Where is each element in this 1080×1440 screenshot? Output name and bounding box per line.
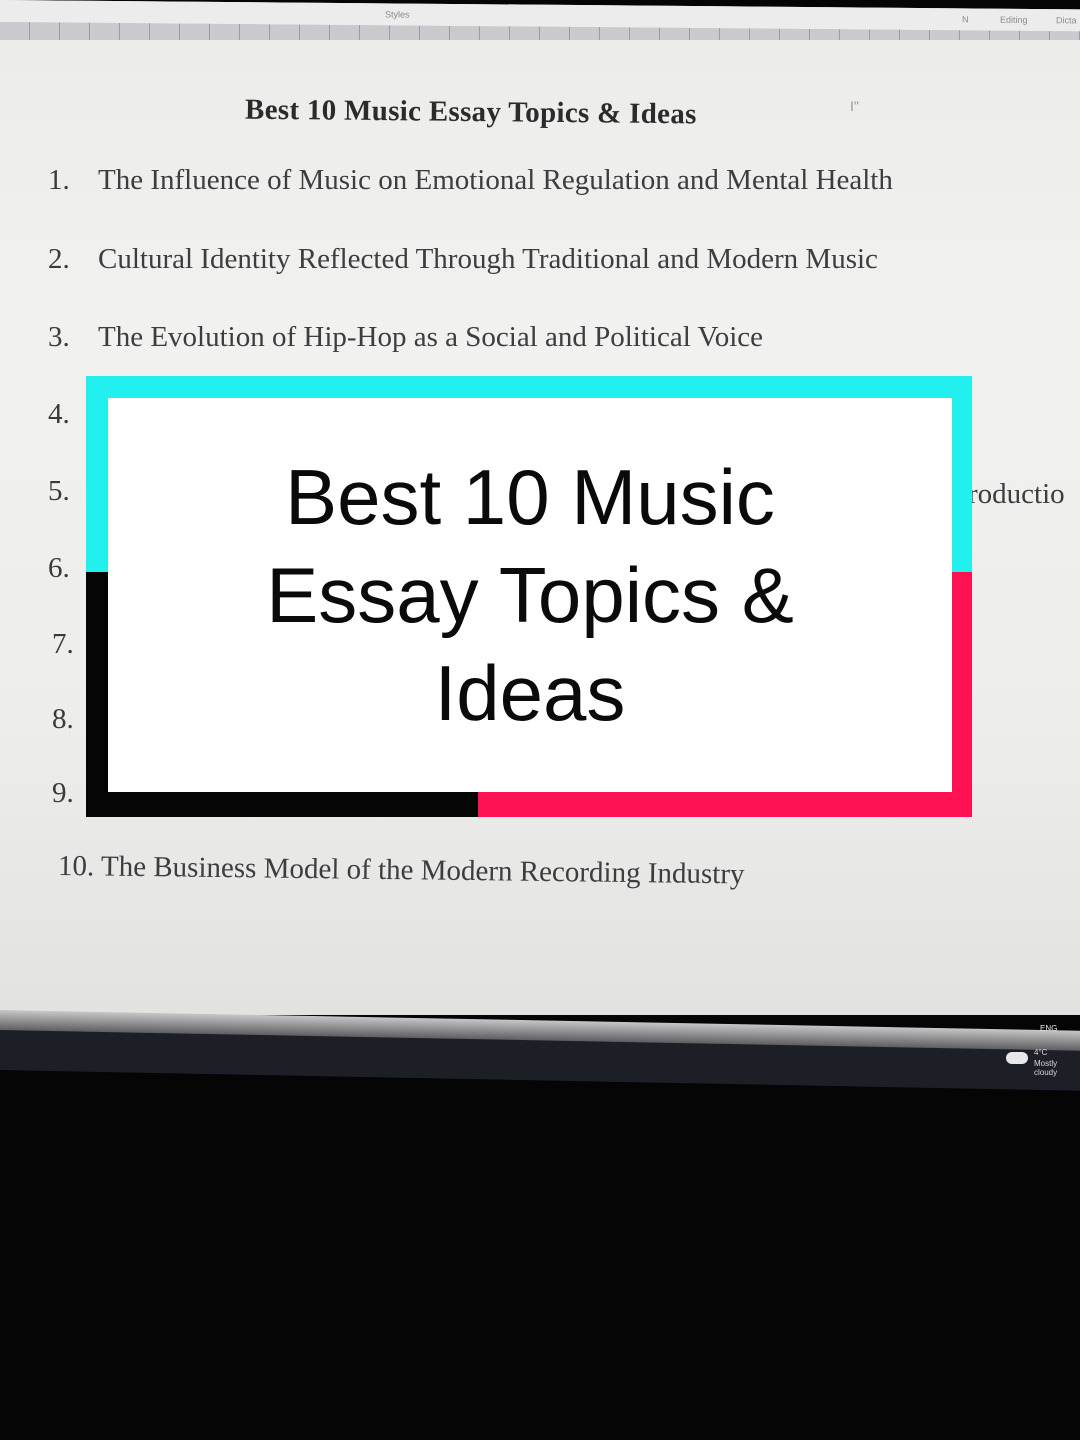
ribbon-styles-label[interactable]: Styles — [385, 9, 410, 19]
text-cursor-icon: I" — [850, 98, 859, 114]
list-item-number: 10. — [57, 850, 95, 883]
list-item-text: Cultural Identity Reflected Through Trad… — [98, 243, 878, 275]
tray-language[interactable]: ENG — [1040, 1024, 1057, 1033]
list-item-number: 1. — [48, 164, 70, 196]
list-item: 3. The Evolution of Hip-Hop as a Social a… — [48, 321, 763, 354]
title-overlay-card: Best 10 Music Essay Topics & Ideas — [86, 376, 972, 817]
list-item-number: 3. — [48, 321, 70, 353]
overlay-line-3: Ideas — [434, 649, 626, 737]
list-item-text: The Influence of Music on Emotional Regu… — [98, 164, 893, 196]
weather-widget[interactable]: 4°C Mostly cloudy — [1006, 1046, 1080, 1077]
list-item-text: The Business Model of the Modern Recordi… — [100, 850, 745, 891]
list-item: 1. The Influence of Music on Emotional Re… — [48, 164, 893, 197]
weather-temp: 4°C — [1034, 1048, 1048, 1057]
list-item-text: The Evolution of Hip-Hop as a Social and… — [98, 321, 764, 353]
ribbon-n-label[interactable]: N — [962, 14, 969, 24]
list-item-5-fragment: roductio — [968, 478, 1065, 510]
overlay-line-1: Best 10 Music — [285, 453, 775, 541]
document-title: Best 10 Music Essay Topics & Ideas — [244, 93, 697, 131]
ribbon-dictate-label[interactable]: Dicta — [1056, 15, 1077, 25]
cloud-icon — [1006, 1052, 1028, 1064]
weather-status: Mostly cloudy — [1034, 1059, 1058, 1077]
overlay-white-card: Best 10 Music Essay Topics & Ideas — [108, 398, 952, 792]
ribbon-editing-label[interactable]: Editing — [1000, 15, 1028, 25]
list-item: 2. Cultural Identity Reflected Through Tr… — [48, 243, 878, 276]
list-item-number: 2. — [48, 243, 70, 275]
overlay-line-2: Essay Topics & — [266, 551, 794, 639]
overlay-heading: Best 10 Music Essay Topics & Ideas — [180, 448, 880, 742]
